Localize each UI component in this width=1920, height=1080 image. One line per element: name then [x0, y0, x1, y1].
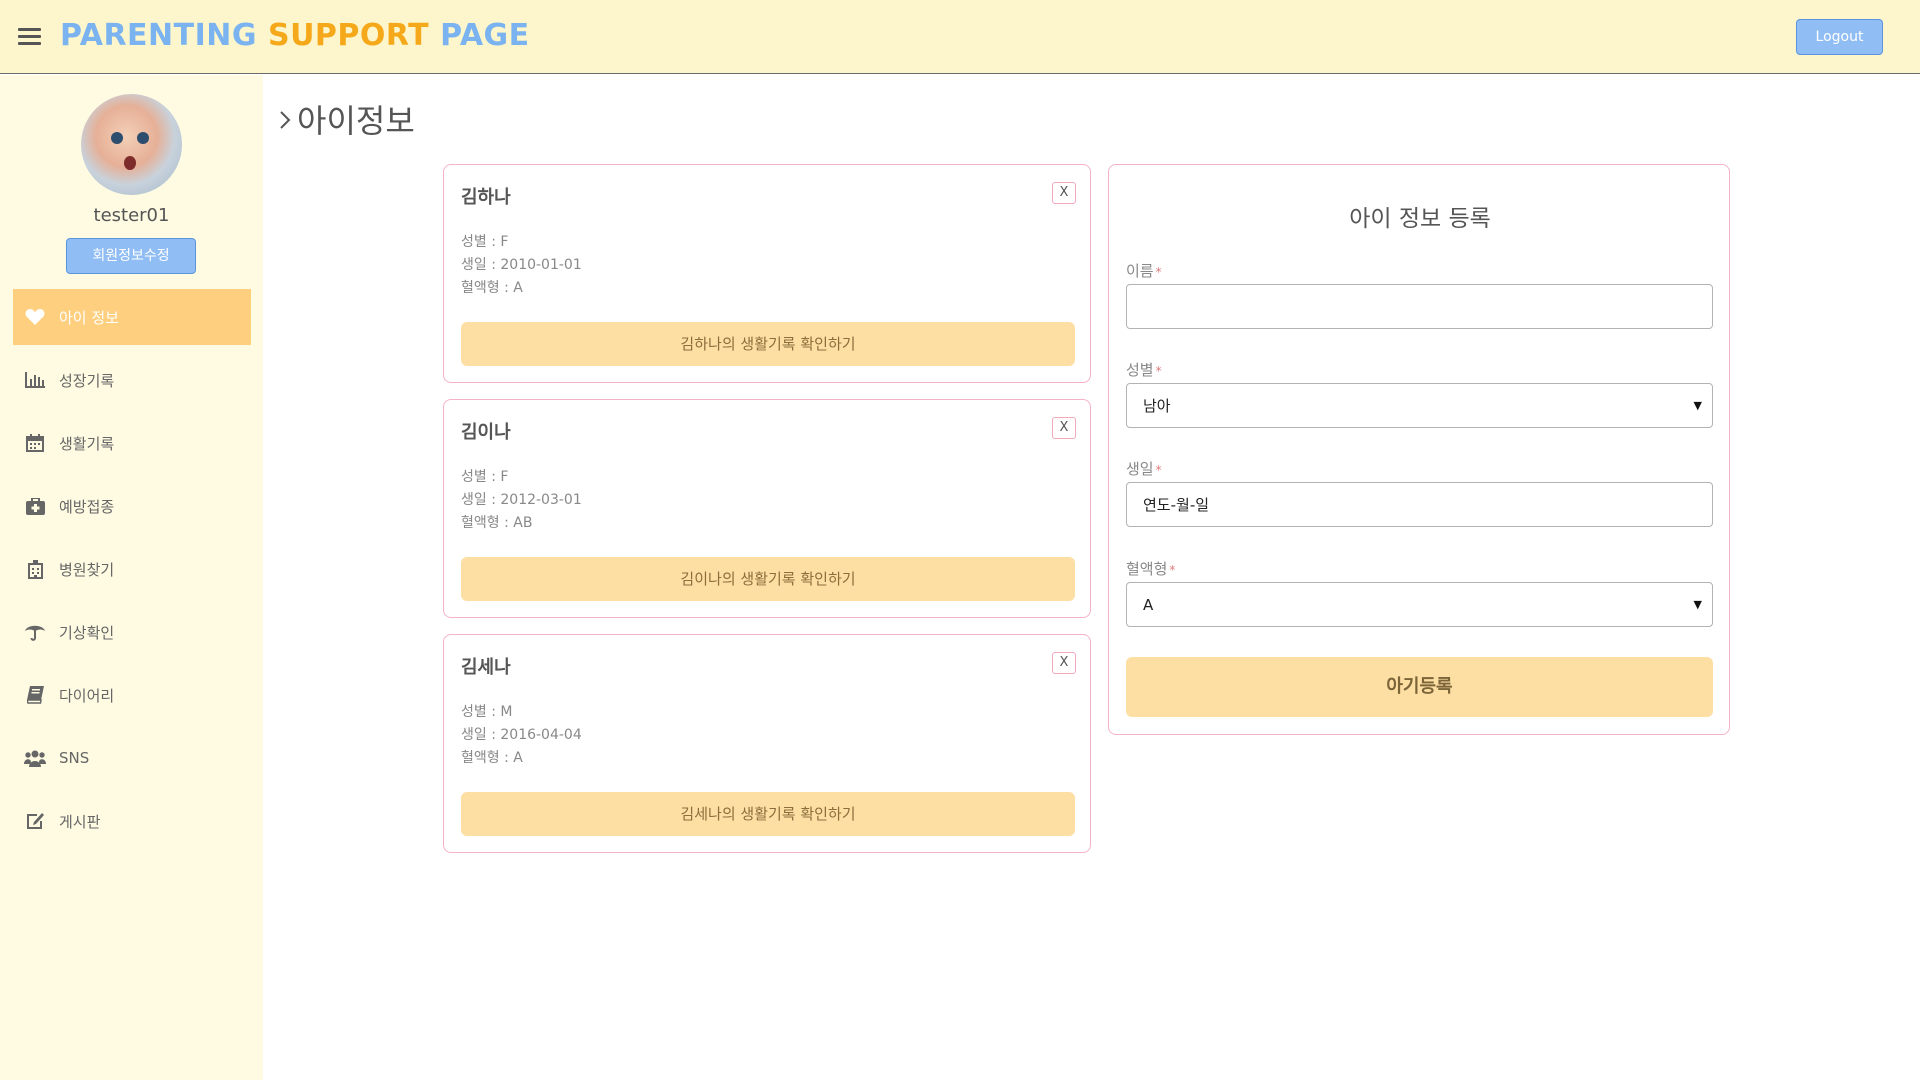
child-card: 김하나 X 성별 : F 생일 : 2010-01-01 혈액형 : A 김하나… — [443, 164, 1091, 383]
delete-child-button[interactable]: X — [1052, 652, 1076, 674]
child-card: 김이나 X 성별 : F 생일 : 2012-03-01 혈액형 : AB 김이… — [443, 399, 1091, 618]
logout-button[interactable]: Logout — [1796, 19, 1883, 55]
blood-label: 혈액형 * — [1126, 558, 1175, 579]
sidebar-item-label: SNS — [59, 749, 90, 767]
avatar-eye — [137, 132, 149, 144]
name-input[interactable] — [1126, 284, 1713, 329]
child-card: 김세나 X 성별 : M 생일 : 2016-04-04 혈액형 : A 김세나… — [443, 634, 1091, 853]
hamburger-menu-icon[interactable] — [18, 28, 41, 46]
child-birthday: 생일 : 2010-01-01 — [461, 257, 582, 273]
name-label-text: 이름 — [1126, 262, 1154, 280]
sidebar-item-label: 기상확인 — [59, 623, 115, 642]
sidebar-item-board[interactable]: 게시판 — [13, 793, 251, 849]
child-blood-type: 혈액형 : A — [461, 280, 523, 296]
child-blood-type: 혈액형 : A — [461, 750, 523, 766]
sidebar-item-child-info[interactable]: 아이 정보 — [13, 289, 251, 345]
blood-type-select[interactable]: A ▼ — [1126, 582, 1713, 627]
sidebar: tester01 회원정보수정 아이 정보 성장기록 생활기록 예방접종 병원찾… — [0, 75, 263, 1080]
child-registration-panel: 아이 정보 등록 이름 * 성별 * 남아 ▼ 생일 * 연도-월-일 혈액형 * A … — [1108, 164, 1730, 735]
sidebar-item-diary[interactable]: 다이어리 — [13, 667, 251, 723]
page-title-text: 아이정보 — [297, 102, 415, 140]
registration-title: 아이 정보 등록 — [1349, 206, 1491, 232]
sidebar-item-label: 게시판 — [59, 812, 101, 831]
avatar-eye — [111, 132, 123, 144]
child-gender: 성별 : M — [461, 704, 513, 720]
child-gender: 성별 : F — [461, 234, 509, 250]
gender-select[interactable]: 남아 ▼ — [1126, 383, 1713, 428]
sidebar-item-hospital[interactable]: 병원찾기 — [13, 541, 251, 597]
brand-title[interactable]: PARENTING SUPPORT PAGE — [60, 18, 530, 53]
birth-label: 생일 * — [1126, 458, 1162, 479]
hospital-icon — [24, 559, 46, 579]
calendar-icon — [24, 434, 46, 452]
sidebar-item-vaccination[interactable]: 예방접종 — [13, 478, 251, 534]
dropdown-arrow-icon: ▼ — [1693, 399, 1702, 412]
chevron-right-icon — [279, 100, 291, 138]
blood-select-value: A — [1143, 595, 1154, 614]
register-child-button[interactable]: 아기등록 — [1126, 657, 1713, 717]
heart-icon — [24, 308, 46, 326]
sidebar-item-label: 아이 정보 — [59, 308, 119, 327]
gender-label: 성별 * — [1126, 359, 1162, 380]
required-mark: * — [1155, 364, 1162, 378]
dropdown-arrow-icon: ▼ — [1693, 598, 1702, 611]
top-header: PARENTING SUPPORT PAGE Logout — [0, 0, 1920, 74]
view-life-record-button[interactable]: 김이나의 생활기록 확인하기 — [461, 557, 1075, 601]
brand-part-2: SUPPORT — [267, 18, 430, 53]
required-mark: * — [1155, 463, 1162, 477]
view-life-record-button[interactable]: 김하나의 생활기록 확인하기 — [461, 322, 1075, 366]
view-life-record-button[interactable]: 김세나의 생활기록 확인하기 — [461, 792, 1075, 836]
delete-child-button[interactable]: X — [1052, 182, 1076, 204]
sidebar-item-label: 생활기록 — [59, 434, 115, 453]
sidebar-item-label: 성장기록 — [59, 371, 115, 390]
delete-child-button[interactable]: X — [1052, 417, 1076, 439]
child-birthday: 생일 : 2012-03-01 — [461, 492, 582, 508]
brand-part-1: PARENTING — [60, 18, 258, 53]
birth-date-input[interactable]: 연도-월-일 — [1126, 482, 1713, 527]
gender-select-value: 남아 — [1143, 397, 1171, 415]
child-gender: 성별 : F — [461, 469, 509, 485]
child-name: 김하나 — [461, 187, 511, 208]
medkit-icon — [24, 497, 46, 515]
sidebar-item-sns[interactable]: SNS — [13, 730, 251, 786]
page-title: 아이정보 — [279, 96, 415, 142]
edit-profile-button[interactable]: 회원정보수정 — [66, 238, 196, 274]
child-name: 김세나 — [461, 657, 511, 678]
sidebar-item-life-record[interactable]: 생활기록 — [13, 415, 251, 471]
avatar — [81, 94, 182, 195]
edit-icon — [24, 812, 46, 830]
umbrella-icon — [24, 623, 46, 641]
name-label: 이름 * — [1126, 260, 1162, 281]
child-birthday: 생일 : 2016-04-04 — [461, 727, 582, 743]
child-name: 김이나 — [461, 422, 511, 443]
sidebar-item-label: 예방접종 — [59, 497, 115, 516]
gender-label-text: 성별 — [1126, 361, 1154, 379]
username: tester01 — [93, 205, 170, 226]
child-blood-type: 혈액형 : AB — [461, 515, 533, 531]
sidebar-item-weather[interactable]: 기상확인 — [13, 604, 251, 660]
bar-chart-icon — [24, 372, 46, 388]
required-mark: * — [1169, 563, 1176, 577]
book-icon — [24, 686, 46, 704]
required-mark: * — [1155, 265, 1162, 279]
sidebar-item-growth-record[interactable]: 성장기록 — [13, 352, 251, 408]
sidebar-item-label: 다이어리 — [59, 686, 115, 705]
users-icon — [24, 750, 46, 767]
blood-label-text: 혈액형 — [1126, 560, 1168, 578]
sidebar-item-label: 병원찾기 — [59, 560, 115, 579]
brand-part-3: PAGE — [440, 18, 530, 53]
avatar-mouth — [124, 156, 136, 170]
birth-label-text: 생일 — [1126, 460, 1154, 478]
